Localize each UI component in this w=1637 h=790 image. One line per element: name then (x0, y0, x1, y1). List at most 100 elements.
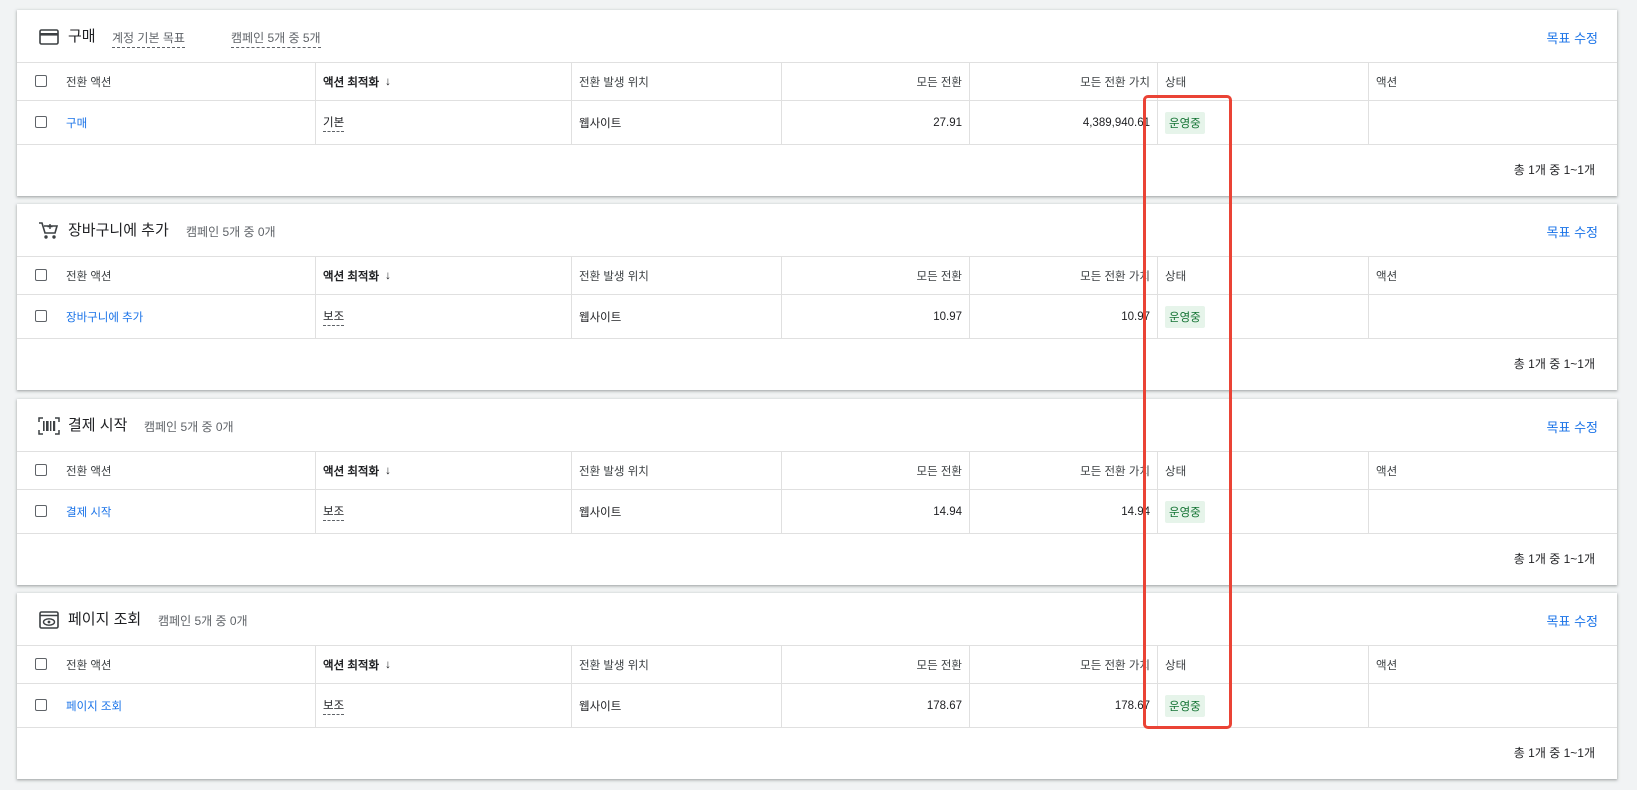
col-header-source: 전환 발생 위치 (572, 63, 782, 100)
col-header-source: 전환 발생 위치 (572, 257, 782, 294)
col-header-action: 전환 액션 (59, 452, 316, 489)
all-conversions-value: 178.67 (782, 684, 970, 727)
table-footer: 총 1개 중 1~1개 (17, 338, 1617, 390)
all-conversion-value-value: 10.97 (970, 295, 1158, 338)
actions-cell (1369, 101, 1617, 144)
table-footer: 총 1개 중 1~1개 (17, 727, 1617, 779)
col-header-optimization[interactable]: 액션 최적화 ↓ (316, 646, 572, 683)
sort-arrow-down-icon: ↓ (385, 269, 391, 282)
col-header-source: 전환 발생 위치 (572, 646, 782, 683)
optimization-value[interactable]: 기본 (323, 114, 345, 132)
col-header-optimization-label: 액션 최적화 (323, 270, 380, 283)
col-header-optimization[interactable]: 액션 최적화 ↓ (316, 257, 572, 294)
goal-card-begin-checkout: 결제 시작 캠페인 5개 중 0개 목표 수정 전환 액션 액션 최적화 ↓ 전환… (17, 399, 1617, 585)
goal-title: 장바구니에 추가 (68, 222, 169, 239)
table-footer: 총 1개 중 1~1개 (17, 533, 1617, 585)
table-header-row: 전환 액션 액션 최적화 ↓ 전환 발생 위치 모든 전환 모든 전환 가치 상태… (17, 645, 1617, 683)
all-conversion-value-value: 178.67 (970, 684, 1158, 727)
status-badge: 운영중 (1165, 500, 1205, 523)
col-header-all-conversion-value: 모든 전환 가치 (970, 452, 1158, 489)
conversion-action-link[interactable]: 장바구니에 추가 (66, 309, 143, 325)
col-header-all-conversions: 모든 전환 (782, 257, 970, 294)
col-header-status: 상태 (1158, 257, 1369, 294)
select-all-checkbox[interactable] (35, 75, 47, 87)
table-row: 구매 기본 웹사이트 27.91 4,389,940.61 운영중 (17, 100, 1617, 144)
conversion-action-link[interactable]: 페이지 조회 (66, 698, 122, 714)
source-value: 웹사이트 (572, 101, 782, 144)
row-checkbox[interactable] (35, 505, 47, 517)
goal-card-header: 구매 계정 기본 목표 캠페인 5개 중 5개 목표 수정 (17, 10, 1617, 62)
col-header-optimization[interactable]: 액션 최적화 ↓ (316, 452, 572, 489)
conversion-action-link[interactable]: 결제 시작 (66, 504, 112, 520)
goal-campaign-count: 캠페인 5개 중 0개 (186, 225, 276, 239)
goal-card-purchase: 구매 계정 기본 목표 캠페인 5개 중 5개 목표 수정 전환 액션 액션 최… (17, 10, 1617, 196)
select-all-checkbox[interactable] (35, 269, 47, 281)
goal-title: 페이지 조회 (68, 611, 142, 628)
goal-title: 결제 시작 (68, 417, 128, 434)
sort-arrow-down-icon: ↓ (385, 658, 391, 671)
source-value: 웹사이트 (572, 684, 782, 727)
col-header-source: 전환 발생 위치 (572, 452, 782, 489)
table-row: 페이지 조회 보조 웹사이트 178.67 178.67 운영중 (17, 683, 1617, 727)
table-row: 장바구니에 추가 보조 웹사이트 10.97 10.97 운영중 (17, 294, 1617, 338)
col-header-actions: 액션 (1376, 659, 1398, 672)
col-header-status: 상태 (1158, 646, 1369, 683)
goal-account-default-label[interactable]: 계정 기본 목표 (112, 29, 185, 48)
optimization-value[interactable]: 보조 (323, 503, 345, 521)
col-header-actions: 액션 (1376, 270, 1398, 283)
col-header-optimization-label: 액션 최적화 (323, 659, 380, 672)
sort-arrow-down-icon: ↓ (385, 75, 391, 88)
table-footer: 총 1개 중 1~1개 (17, 144, 1617, 196)
col-header-all-conversion-value: 모든 전환 가치 (970, 646, 1158, 683)
col-header-action: 전환 액션 (59, 63, 316, 100)
pagination-label: 총 1개 중 1~1개 (1513, 357, 1595, 371)
col-header-all-conversions: 모든 전환 (782, 646, 970, 683)
goal-campaign-count: 캠페인 5개 중 0개 (144, 420, 234, 434)
col-header-status: 상태 (1158, 452, 1369, 489)
pagination-label: 총 1개 중 1~1개 (1513, 746, 1595, 760)
goal-title: 구매 (68, 28, 96, 45)
row-checkbox[interactable] (35, 310, 47, 322)
goal-campaign-count[interactable]: 캠페인 5개 중 5개 (231, 29, 321, 48)
col-header-all-conversion-value: 모든 전환 가치 (970, 63, 1158, 100)
status-badge: 운영중 (1165, 111, 1205, 134)
select-all-checkbox[interactable] (35, 658, 47, 670)
all-conversions-value: 14.94 (782, 490, 970, 533)
edit-goal-link[interactable]: 목표 수정 (1547, 28, 1598, 47)
edit-goal-link[interactable]: 목표 수정 (1547, 417, 1598, 436)
table-header-row: 전환 액션 액션 최적화 ↓ 전환 발생 위치 모든 전환 모든 전환 가치 상태… (17, 256, 1617, 294)
row-checkbox[interactable] (35, 116, 47, 128)
credit-card-icon (38, 26, 60, 48)
goal-card-header: 페이지 조회 캠페인 5개 중 0개 목표 수정 (17, 593, 1617, 645)
col-header-status: 상태 (1158, 63, 1369, 100)
col-header-action: 전환 액션 (59, 646, 316, 683)
source-value: 웹사이트 (572, 295, 782, 338)
shopping-cart-icon (38, 220, 60, 242)
col-header-all-conversion-value: 모든 전환 가치 (970, 257, 1158, 294)
goal-campaign-count: 캠페인 5개 중 0개 (158, 614, 248, 628)
table-row: 결제 시작 보조 웹사이트 14.94 14.94 운영중 (17, 489, 1617, 533)
select-all-checkbox[interactable] (35, 464, 47, 476)
edit-goal-link[interactable]: 목표 수정 (1547, 611, 1598, 630)
optimization-value[interactable]: 보조 (323, 697, 345, 715)
conversion-action-link[interactable]: 구매 (66, 115, 87, 131)
goal-card-header: 결제 시작 캠페인 5개 중 0개 목표 수정 (17, 399, 1617, 451)
status-badge: 운영중 (1165, 305, 1205, 328)
pagination-label: 총 1개 중 1~1개 (1513, 552, 1595, 566)
col-header-optimization[interactable]: 액션 최적화 ↓ (316, 63, 572, 100)
edit-goal-link[interactable]: 목표 수정 (1547, 222, 1598, 241)
pagination-label: 총 1개 중 1~1개 (1513, 163, 1595, 177)
actions-cell (1369, 684, 1617, 727)
page-view-icon (38, 609, 60, 631)
actions-cell (1369, 490, 1617, 533)
all-conversions-value: 27.91 (782, 101, 970, 144)
all-conversion-value-value: 14.94 (970, 490, 1158, 533)
table-header-row: 전환 액션 액션 최적화 ↓ 전환 발생 위치 모든 전환 모든 전환 가치 상태… (17, 451, 1617, 489)
table-header-row: 전환 액션 액션 최적화 ↓ 전환 발생 위치 모든 전환 모든 전환 가치 상태… (17, 62, 1617, 100)
col-header-optimization-label: 액션 최적화 (323, 465, 380, 478)
all-conversion-value-value: 4,389,940.61 (970, 101, 1158, 144)
optimization-value[interactable]: 보조 (323, 308, 345, 326)
source-value: 웹사이트 (572, 490, 782, 533)
row-checkbox[interactable] (35, 699, 47, 711)
col-header-optimization-label: 액션 최적화 (323, 76, 380, 89)
